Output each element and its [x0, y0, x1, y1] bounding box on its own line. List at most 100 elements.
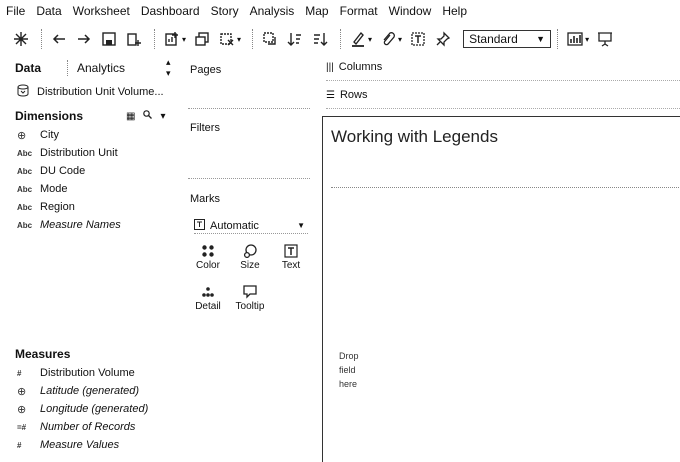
dimension-field-mode[interactable]: Abc Mode — [17, 181, 68, 197]
title-divider — [331, 187, 680, 188]
field-label: City — [40, 129, 59, 141]
size-mark-button[interactable]: Size — [230, 242, 270, 271]
shelves-pane: Pages Filters Marks Automatic ▼ Color Si… — [182, 56, 314, 462]
text-label: Text — [281, 260, 301, 271]
menu-data[interactable]: Data — [36, 4, 61, 18]
view-size-select[interactable]: Standard ▼ — [463, 30, 552, 48]
toolbar-divider — [557, 29, 559, 49]
worksheet-canvas[interactable]: Working with Legends Drop field here — [322, 116, 680, 462]
automatic-mark-icon — [194, 218, 205, 233]
drop-hint-line: field — [339, 365, 356, 375]
color-mark-button[interactable]: Color — [188, 242, 228, 271]
color-label: Color — [196, 260, 220, 271]
dimension-field-measure-names[interactable]: Abc Measure Names — [17, 217, 121, 233]
filters-shelf[interactable] — [188, 178, 310, 179]
menu-dashboard[interactable]: Dashboard — [141, 4, 200, 18]
field-label: DU Code — [40, 165, 86, 177]
highlight-pen-icon[interactable] — [347, 28, 369, 50]
tab-analytics[interactable]: Analytics — [77, 61, 125, 75]
columns-label: Columns — [338, 61, 383, 73]
menu-file[interactable]: File — [6, 4, 25, 18]
globe-icon: ⊕ — [17, 385, 27, 398]
menu-story[interactable]: Story — [211, 4, 239, 18]
pages-shelf[interactable] — [188, 108, 310, 109]
chevron-down-icon: ▼ — [297, 221, 305, 230]
datasource-name: Distribution Unit Volume... — [37, 86, 164, 98]
data-pane-tabs: Data Analytics ▴ ▾ — [0, 57, 182, 79]
swap-rows-columns-icon[interactable] — [259, 28, 281, 50]
new-datasource-icon[interactable] — [123, 28, 145, 50]
measure-field-longitude[interactable]: ⊕ Longitude (generated) — [17, 401, 148, 417]
dimensions-header: Dimensions — [15, 109, 84, 123]
measures-header: Measures — [15, 347, 71, 361]
color-icon — [188, 242, 228, 260]
collapse-arrows-icon[interactable]: ▴ ▾ — [166, 57, 171, 79]
drop-field-hint[interactable]: Drop field here — [339, 349, 359, 391]
new-worksheet-icon[interactable] — [161, 28, 183, 50]
text-mark-button[interactable]: Text — [271, 242, 311, 271]
measure-field-number-of-records[interactable]: =# Number of Records — [17, 419, 135, 435]
chevron-down-icon[interactable]: ▾ — [182, 35, 186, 44]
field-label: Number of Records — [40, 421, 136, 433]
tooltip-mark-button[interactable]: Tooltip — [230, 283, 270, 312]
dimension-field-distribution-unit[interactable]: Abc Distribution Unit — [17, 145, 118, 161]
save-icon[interactable] — [98, 28, 120, 50]
mark-type-select[interactable]: Automatic ▼ — [194, 218, 308, 234]
size-icon — [230, 242, 270, 260]
dimension-field-city[interactable]: ⊕ City — [17, 127, 59, 143]
tableau-logo-icon[interactable] — [10, 28, 32, 50]
group-paperclip-icon[interactable] — [377, 28, 399, 50]
abc-icon: Abc — [17, 202, 33, 212]
chevron-down-icon[interactable]: ▾ — [237, 35, 241, 44]
rows-shelf[interactable]: ☰ Rows — [326, 89, 367, 101]
chevron-down-icon[interactable]: ▾ — [160, 111, 165, 122]
presentation-mode-icon[interactable] — [594, 28, 616, 50]
menu-format[interactable]: Format — [340, 4, 378, 18]
view-grid-icon[interactable]: ▦ — [126, 111, 135, 122]
rows-label: Rows — [339, 89, 368, 101]
duplicate-sheet-icon[interactable] — [191, 28, 213, 50]
sort-descending-icon[interactable] — [309, 28, 331, 50]
measure-field-distribution-volume[interactable]: # Distribution Volume — [17, 365, 135, 381]
clear-sheet-icon[interactable] — [216, 28, 238, 50]
filters-shelf-title: Filters — [190, 122, 220, 134]
toolbar-divider — [340, 29, 342, 49]
show-labels-icon[interactable] — [407, 28, 429, 50]
menu-worksheet[interactable]: Worksheet — [73, 4, 130, 18]
redo-icon[interactable] — [73, 28, 95, 50]
field-label: Measure Values — [40, 439, 120, 451]
search-icon[interactable] — [143, 110, 153, 122]
toolbar-divider — [252, 29, 254, 49]
pin-icon[interactable] — [432, 28, 454, 50]
tab-data[interactable]: Data — [15, 61, 41, 75]
dimension-field-region[interactable]: Abc Region — [17, 199, 75, 215]
show-me-icon[interactable] — [564, 28, 586, 50]
tab-divider — [67, 60, 68, 76]
dimension-field-du-code[interactable]: Abc DU Code — [17, 163, 85, 179]
tooltip-label: Tooltip — [235, 301, 265, 312]
chevron-down-icon[interactable]: ▾ — [398, 35, 402, 44]
measure-field-latitude[interactable]: ⊕ Latitude (generated) — [17, 383, 139, 399]
chevron-down-icon[interactable]: ▾ — [368, 35, 372, 44]
datasource-item[interactable]: Distribution Unit Volume... — [17, 84, 164, 100]
toolbar-divider — [41, 29, 42, 49]
field-label: Region — [40, 201, 75, 213]
menu-map[interactable]: Map — [305, 4, 328, 18]
menu-help[interactable]: Help — [442, 4, 467, 18]
menu-analysis[interactable]: Analysis — [250, 4, 295, 18]
columns-shelf-divider — [326, 80, 680, 81]
columns-shelf[interactable]: ||| Columns — [326, 61, 382, 73]
number-icon: # — [17, 368, 22, 378]
sort-ascending-icon[interactable] — [284, 28, 306, 50]
chevron-down-icon: ▼ — [536, 34, 546, 44]
tooltip-icon — [230, 283, 270, 301]
detail-mark-button[interactable]: Detail — [188, 283, 228, 312]
text-icon — [271, 242, 311, 260]
datasource-icon — [17, 84, 31, 100]
abc-icon: Abc — [17, 148, 33, 158]
chevron-down-icon[interactable]: ▾ — [585, 35, 589, 44]
sheet-title[interactable]: Working with Legends — [331, 127, 498, 147]
measure-field-measure-values[interactable]: # Measure Values — [17, 437, 119, 453]
undo-icon[interactable] — [48, 28, 70, 50]
menu-window[interactable]: Window — [389, 4, 432, 18]
